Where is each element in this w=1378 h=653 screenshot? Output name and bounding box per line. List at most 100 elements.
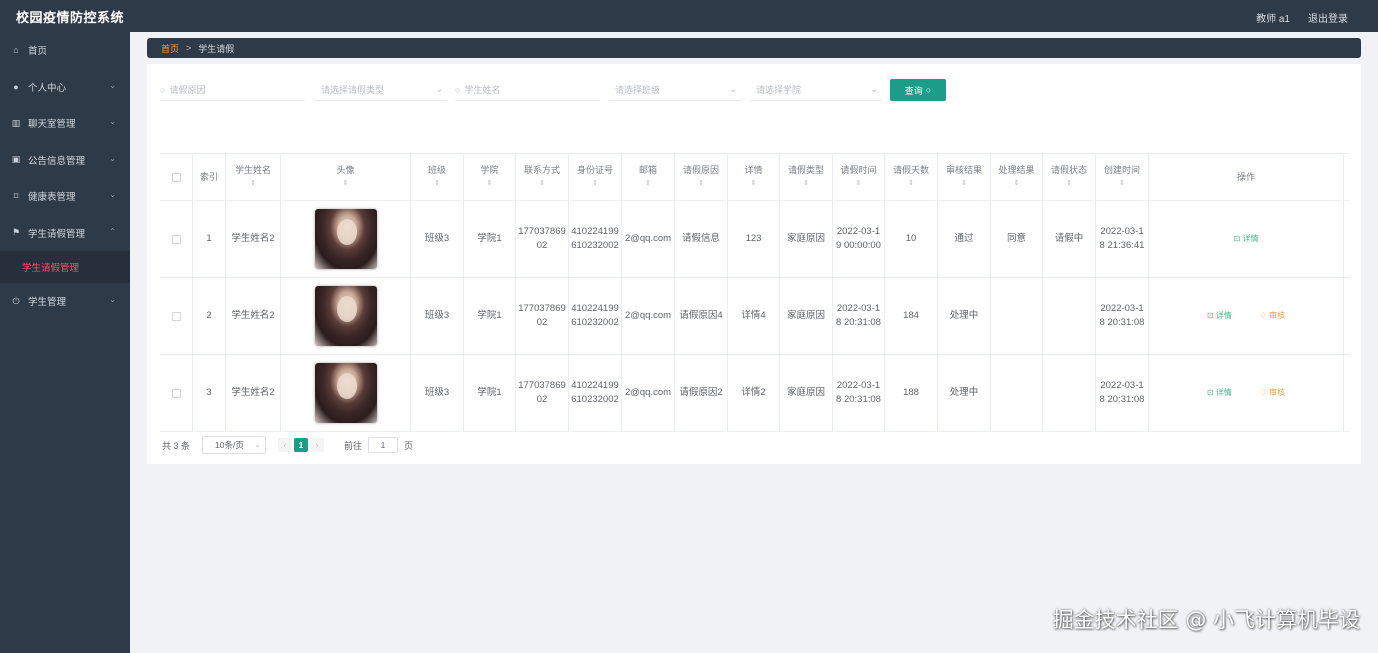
- header-phone[interactable]: 联系方式 ⇕: [516, 154, 569, 200]
- breadcrumb-home[interactable]: 首页: [161, 42, 179, 55]
- sort-icon[interactable]: ⇕: [908, 178, 914, 190]
- header-avatar[interactable]: 头像 ⇕: [281, 154, 411, 200]
- sidebar-item-label: 聊天室管理: [28, 119, 76, 131]
- detail-button[interactable]: ⊡ 详情: [1207, 386, 1232, 400]
- search-icon: ○: [925, 85, 932, 95]
- pagination: 共 3 条 10条/页 ⌄ ‹ 1 › 前往 页: [162, 436, 413, 454]
- sort-icon[interactable]: ⇕: [856, 178, 862, 190]
- cell-name: 学生姓名2: [226, 355, 281, 431]
- chevron-down-icon: ⌄: [109, 295, 116, 304]
- row-select-cell: [160, 355, 193, 431]
- header-reason[interactable]: 请假原因 ⇕: [675, 154, 728, 200]
- audit-button[interactable]: ♢ 审核: [1260, 309, 1285, 323]
- row-checkbox[interactable]: [171, 388, 181, 398]
- reason-search-input[interactable]: ○ 请假原因: [160, 79, 305, 101]
- sort-icon[interactable]: ⇕: [803, 178, 809, 190]
- cell-id-card: 410224199610232002: [569, 278, 622, 354]
- detail-button[interactable]: ⊡ 详情: [1234, 232, 1259, 246]
- sort-icon[interactable]: ⇕: [1066, 178, 1072, 190]
- cell-index: 2: [193, 278, 226, 354]
- header-detail[interactable]: 详情 ⇕: [728, 154, 780, 200]
- detail-button[interactable]: ⊡ 详情: [1207, 309, 1232, 323]
- header-handle-result[interactable]: 处理结果 ⇕: [991, 154, 1043, 200]
- sidebar-item-notice[interactable]: ▣ 公告信息管理 ⌄: [0, 142, 130, 179]
- cell-name: 学生姓名2: [226, 201, 281, 277]
- header-email[interactable]: 邮箱 ⇕: [622, 154, 675, 200]
- header-leave-status[interactable]: 请假状态 ⇕: [1043, 154, 1096, 200]
- header-days[interactable]: 请假天数 ⇕: [885, 154, 938, 200]
- cell-email: 2@qq.com: [622, 355, 675, 431]
- select-all-checkbox[interactable]: [171, 172, 181, 182]
- cell-leave-type: 家庭原因: [780, 355, 833, 431]
- sort-icon[interactable]: ⇕: [434, 178, 440, 190]
- page-number[interactable]: 1: [294, 438, 309, 452]
- header-leave-type[interactable]: 请假类型 ⇕: [780, 154, 833, 200]
- header-audit-result[interactable]: 审核结果 ⇕: [938, 154, 991, 200]
- sort-icon[interactable]: ⇕: [592, 178, 598, 190]
- sidebar-item-health[interactable]: ⌑ 健康表管理 ⌄: [0, 178, 130, 215]
- header-id-card[interactable]: 身份证号 ⇕: [569, 154, 622, 200]
- breadcrumb-current: 学生请假: [198, 43, 235, 54]
- sidebar-item-label: 学生请假管理: [28, 228, 86, 240]
- cell-college: 学院1: [464, 278, 516, 354]
- header-name[interactable]: 学生姓名 ⇕: [226, 154, 281, 200]
- sort-icon[interactable]: ⇕: [487, 178, 493, 190]
- header-created[interactable]: 创建时间 ⇕: [1096, 154, 1149, 200]
- search-button-label: 查询: [904, 85, 923, 96]
- sidebar-item-label: 健康表管理: [28, 192, 76, 204]
- student-name-input[interactable]: ○ 学生姓名: [455, 79, 600, 101]
- college-select[interactable]: 请选择学院 ⌄: [750, 79, 882, 101]
- sidebar-item-home[interactable]: ⌂ 首页: [0, 32, 130, 69]
- header-class[interactable]: 班级 ⇕: [411, 154, 464, 200]
- sidebar-item-student-manage[interactable]: ⏻ 学生管理 ⌄: [0, 283, 130, 320]
- header-college[interactable]: 学院 ⇕: [464, 154, 516, 200]
- sidebar-item-label: 学生管理: [28, 297, 67, 309]
- leave-type-select[interactable]: 请选择请假类型 ⌄: [315, 79, 447, 101]
- app-title: 校园疫情防控系统: [16, 10, 125, 25]
- sort-icon[interactable]: ⇕: [539, 178, 545, 190]
- avatar: [314, 209, 377, 269]
- total-count: 共 3 条: [162, 440, 191, 451]
- row-checkbox[interactable]: [171, 234, 181, 244]
- college-placeholder: 请选择学院: [756, 85, 802, 95]
- header-index: 索引: [193, 154, 226, 200]
- goto-page-input[interactable]: [368, 437, 399, 453]
- logout-link[interactable]: 退出登录: [1308, 10, 1348, 25]
- sidebar-item-chatroom[interactable]: ▥ 聊天室管理 ⌄: [0, 105, 130, 142]
- next-page-button[interactable]: ›: [310, 438, 325, 452]
- sort-icon[interactable]: ⇕: [961, 178, 967, 190]
- cell-leave-time: 2022-03-18 20:31:08: [833, 355, 885, 431]
- table-row: 3 学生姓名2 班级3 学院1 17703786902 410224199610…: [160, 355, 1350, 432]
- sidebar-item-student-leave[interactable]: ⚑ 学生请假管理 ⌃: [0, 215, 130, 252]
- sidebar-subitem-student-leave-manage[interactable]: 学生请假管理: [0, 251, 130, 283]
- cell-phone: 17703786902: [516, 278, 569, 354]
- audit-button[interactable]: ♢ 审核: [1260, 386, 1285, 400]
- cell-avatar: [281, 278, 411, 354]
- header-leave-time[interactable]: 请假时间 ⇕: [833, 154, 885, 200]
- sort-icon[interactable]: ⇕: [751, 178, 757, 190]
- class-select[interactable]: 请选择班级 ⌄: [609, 79, 741, 101]
- cell-reason: 请假原因4: [675, 278, 728, 354]
- current-user: 教师 a1: [1256, 14, 1290, 25]
- cell-reason: 请假原因2: [675, 355, 728, 431]
- cell-leave-time: 2022-03-18 20:31:08: [833, 278, 885, 354]
- cell-email: 2@qq.com: [622, 278, 675, 354]
- cell-leave-type: 家庭原因: [780, 278, 833, 354]
- cell-class: 班级3: [411, 201, 464, 277]
- row-select-cell: [160, 201, 193, 277]
- search-button[interactable]: 查询 ○: [890, 79, 946, 101]
- page-size-select[interactable]: 10条/页 ⌄: [202, 436, 267, 454]
- sort-icon[interactable]: ⇕: [343, 178, 349, 190]
- prev-page-button[interactable]: ‹: [278, 438, 293, 452]
- sort-icon[interactable]: ⇕: [250, 178, 256, 190]
- cell-email: 2@qq.com: [622, 201, 675, 277]
- row-checkbox[interactable]: [171, 311, 181, 321]
- sort-icon[interactable]: ⇕: [698, 178, 704, 190]
- sidebar-item-personal-center[interactable]: ● 个人中心 ⌄: [0, 69, 130, 106]
- sort-icon[interactable]: ⇕: [1014, 178, 1020, 190]
- chevron-down-icon: ⌄: [109, 190, 116, 199]
- table-row: 2 学生姓名2 班级3 学院1 17703786902 410224199610…: [160, 278, 1350, 355]
- sort-icon[interactable]: ⇕: [645, 178, 651, 190]
- chat-icon: ▥: [11, 117, 21, 128]
- sort-icon[interactable]: ⇕: [1119, 178, 1125, 190]
